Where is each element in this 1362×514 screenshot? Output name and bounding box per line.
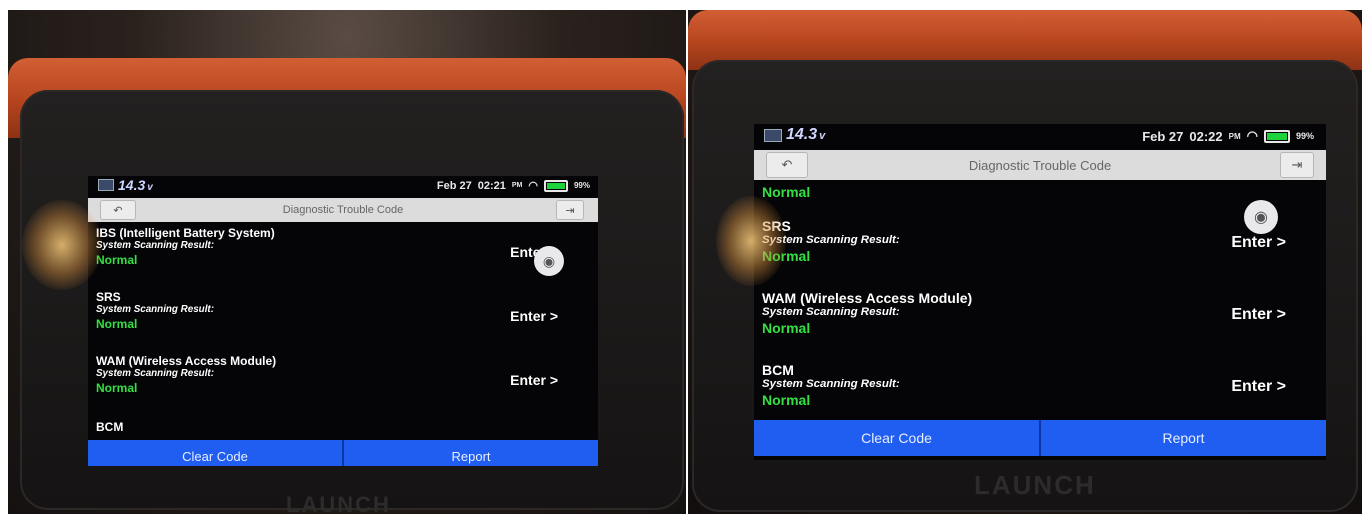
screen: 14.3 v Feb 27 02:21 PM ◠ 99% ↶ Diagnostic… <box>88 176 598 466</box>
system-name: SRS <box>762 218 791 234</box>
report-button[interactable]: Report <box>342 440 598 466</box>
list-item[interactable]: WAM (Wireless Access Module) System Scan… <box>762 290 1326 336</box>
system-list: Normal SRS System Scanning Result: Norma… <box>754 182 1326 420</box>
bottom-bar: Clear Code Report <box>754 420 1326 456</box>
list-item[interactable]: SRS System Scanning Result: Normal Enter… <box>96 290 598 331</box>
enter-button[interactable]: Enter > <box>510 372 558 388</box>
status-right: Feb 27 02:22 PM ◠ 99% <box>1142 128 1314 144</box>
clear-code-button[interactable]: Clear Code <box>754 420 1039 456</box>
camera-button[interactable]: ◉ <box>534 246 564 276</box>
list-item[interactable]: BCM System Scanning Result: Normal Enter… <box>762 362 1326 408</box>
enter-button[interactable]: Enter > <box>1231 306 1286 324</box>
list-item[interactable]: SRS System Scanning Result: Normal Enter… <box>762 218 1326 264</box>
title-bar: ↶ Diagnostic Trouble Code ⇥ <box>88 198 598 222</box>
photo-left: LAUNCH 14.3 v Feb 27 02:21 PM ◠ 99% ↶ Dia… <box>8 10 686 514</box>
gallery-icon <box>764 129 782 142</box>
wifi-icon: ◠ <box>528 180 538 192</box>
list-item[interactable]: IBS (Intelligent Battery System) System … <box>96 226 598 267</box>
back-arrow-icon: ↶ <box>781 157 793 172</box>
voltage-readout: 14.3 v <box>786 126 826 143</box>
list-item[interactable]: BCM <box>96 420 598 434</box>
date-text: Feb 27 <box>436 179 472 192</box>
report-button[interactable]: Report <box>1039 420 1326 456</box>
date-text: Feb 27 <box>1142 128 1184 144</box>
camera-icon: ◉ <box>1254 209 1268 226</box>
list-item[interactable]: WAM (Wireless Access Module) System Scan… <box>96 354 598 395</box>
camera-button[interactable]: ◉ <box>1244 200 1278 234</box>
enter-button[interactable]: Enter > <box>1231 378 1286 396</box>
clear-code-button[interactable]: Clear Code <box>88 440 342 466</box>
enter-button[interactable]: Enter > <box>510 308 558 324</box>
voltage-readout: 14.3 v <box>118 177 153 193</box>
system-name: SRS <box>96 290 121 304</box>
photo-right: LAUNCH 14.3 v Feb 27 02:22 PM ◠ 99% ↶ Dia… <box>688 10 1362 514</box>
time-text: 02:21 <box>477 179 506 192</box>
battery-icon <box>1263 129 1290 143</box>
wifi-icon: ◠ <box>1246 128 1258 143</box>
battery-icon <box>543 179 568 192</box>
page-title: Diagnostic Trouble Code <box>968 157 1112 173</box>
time-text: 02:22 <box>1189 128 1223 144</box>
battery-text: 99% <box>573 181 590 190</box>
list-item[interactable]: Normal <box>762 184 1326 200</box>
brand-logo: LAUNCH <box>974 470 1096 500</box>
title-bar: ↶ Diagnostic Trouble Code ⇥ <box>754 150 1326 180</box>
brand-logo: LAUNCH <box>286 492 391 514</box>
page-title: Diagnostic Trouble Code <box>282 204 404 216</box>
exit-button[interactable]: ⇥ <box>1280 152 1314 178</box>
status-bar: 14.3 v Feb 27 02:22 PM ◠ 99% <box>754 124 1326 148</box>
back-button[interactable]: ↶ <box>100 200 136 220</box>
camera-icon: ◉ <box>542 252 556 269</box>
system-name: IBS (Intelligent Battery System) <box>96 226 275 240</box>
ampm-text: PM <box>1228 131 1241 141</box>
bottom-bar: Clear Code Report <box>88 440 598 466</box>
back-arrow-icon: ↶ <box>113 204 123 217</box>
back-button[interactable]: ↶ <box>766 152 808 178</box>
status-bar: 14.3 v Feb 27 02:21 PM ◠ 99% <box>88 176 598 196</box>
gallery-icon <box>98 179 114 191</box>
ampm-text: PM <box>511 182 523 189</box>
system-name: BCM <box>96 420 124 434</box>
system-list: IBS (Intelligent Battery System) System … <box>88 224 598 438</box>
battery-text: 99% <box>1295 131 1314 141</box>
system-name: WAM (Wireless Access Module) <box>96 354 277 368</box>
exit-icon: ⇥ <box>1291 157 1303 172</box>
status-normal: Normal <box>762 184 811 200</box>
system-name: BCM <box>762 362 794 378</box>
status-right: Feb 27 02:21 PM ◠ 99% <box>437 179 590 192</box>
enter-button[interactable]: Enter > <box>1231 234 1286 252</box>
exit-button[interactable]: ⇥ <box>556 200 584 220</box>
system-name: WAM (Wireless Access Module) <box>762 290 973 306</box>
exit-icon: ⇥ <box>565 204 575 217</box>
screen: 14.3 v Feb 27 02:22 PM ◠ 99% ↶ Diagnostic… <box>754 124 1326 460</box>
